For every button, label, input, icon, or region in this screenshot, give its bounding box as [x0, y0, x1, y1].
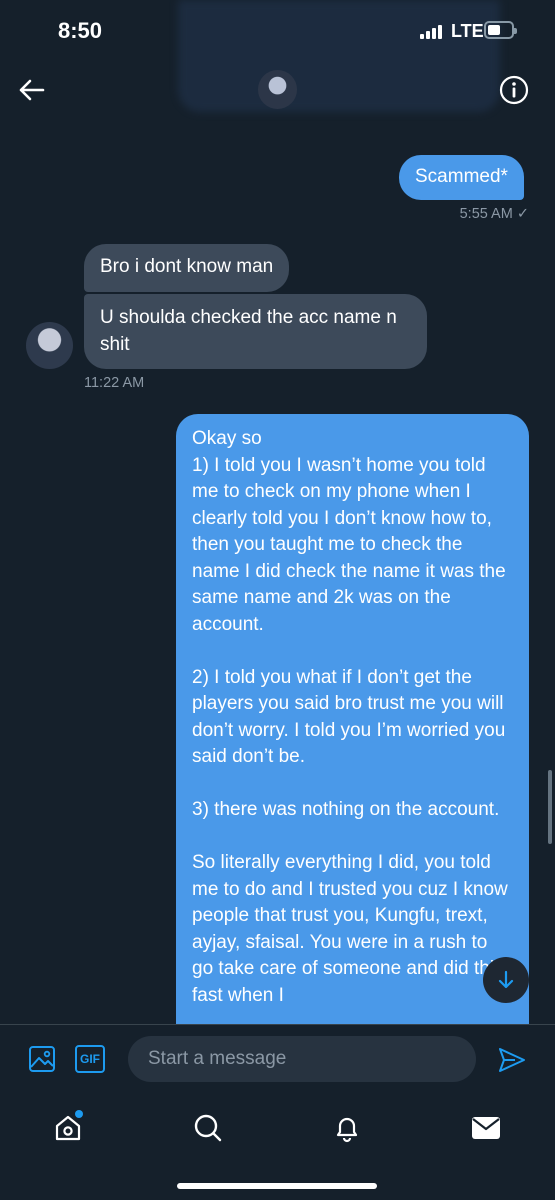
message-composer: GIF — [0, 1024, 555, 1096]
message-bubble-incoming[interactable]: Bro i dont know man — [84, 244, 290, 292]
home-indicator — [177, 1183, 377, 1189]
contact-avatar[interactable] — [258, 70, 297, 109]
message-timestamp: 5:55 AM ✓ — [459, 206, 529, 222]
message-input[interactable] — [128, 1036, 476, 1082]
bell-icon — [336, 1117, 358, 1143]
image-icon — [29, 1046, 55, 1072]
notification-dot — [75, 1110, 83, 1118]
message-timestamp: 11:22 AM — [84, 375, 145, 391]
search-icon — [194, 1114, 222, 1142]
scrollbar[interactable] — [548, 770, 552, 844]
info-icon — [499, 75, 529, 105]
tab-home[interactable] — [48, 1108, 88, 1148]
mail-icon — [472, 1117, 500, 1139]
sender-avatar[interactable] — [26, 322, 73, 369]
back-button[interactable] — [14, 72, 50, 108]
gif-button[interactable]: GIF — [75, 1045, 105, 1073]
status-time: 8:50 — [58, 18, 103, 43]
message-bubble-outgoing[interactable]: Scammed* — [399, 155, 524, 200]
network-label: LTE — [451, 21, 484, 41]
message-bubble-incoming[interactable]: U shoulda checked the acc name n shit — [84, 294, 427, 369]
arrow-left-icon — [19, 79, 45, 101]
tab-notifications[interactable] — [327, 1108, 367, 1148]
message-list[interactable]: Scammed* 5:55 AM ✓ Bro i dont know man U… — [0, 118, 555, 1024]
info-button[interactable] — [498, 74, 530, 106]
message-bubble-outgoing[interactable]: Okay so 1) I told you I wasn’t home you … — [176, 414, 529, 1024]
media-button[interactable] — [28, 1045, 56, 1073]
battery-icon — [484, 21, 517, 39]
send-button[interactable] — [497, 1045, 527, 1075]
conversation-header — [0, 62, 555, 118]
status-bar: 8:50 LTE — [0, 0, 555, 62]
bottom-tab-bar — [0, 1096, 555, 1200]
tab-messages[interactable] — [466, 1108, 506, 1148]
tab-search[interactable] — [188, 1108, 228, 1148]
signal-icon — [420, 25, 442, 39]
scroll-to-bottom-button[interactable] — [483, 957, 529, 1003]
send-icon — [499, 1048, 525, 1072]
arrow-down-icon — [498, 970, 514, 989]
